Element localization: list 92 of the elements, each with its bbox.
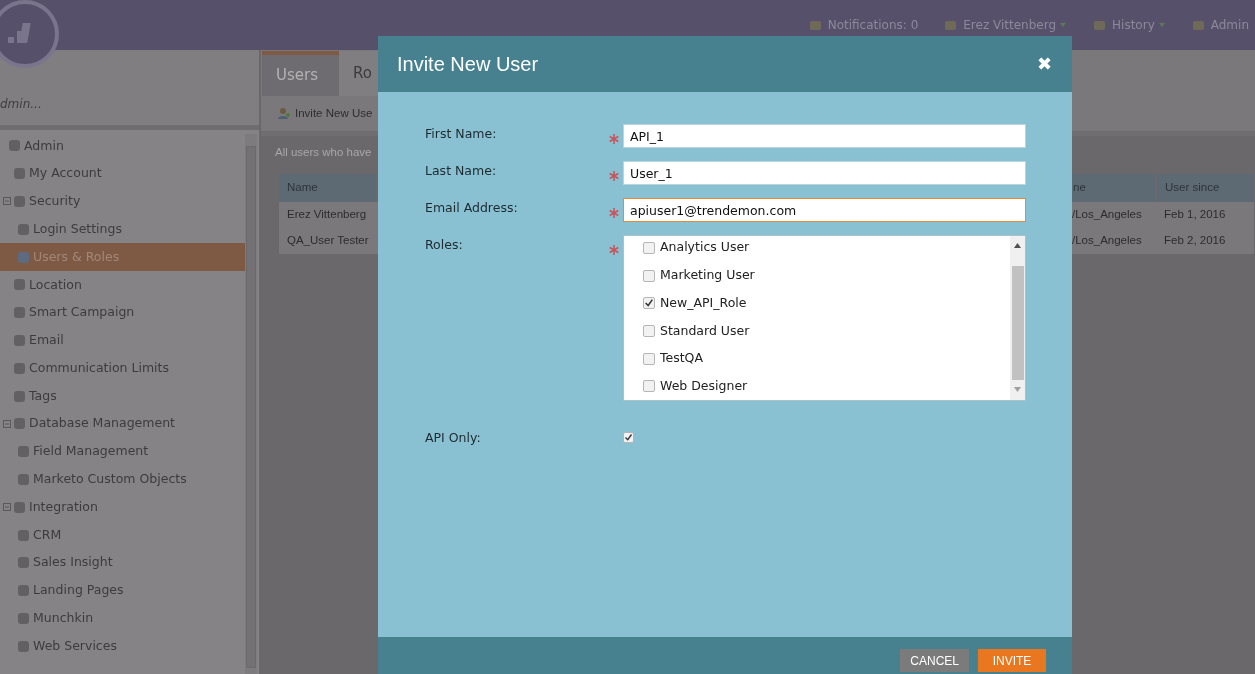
checkbox[interactable] (643, 324, 655, 337)
collapse-icon (3, 419, 11, 428)
top-bar-link[interactable]: History (1093, 16, 1166, 34)
dialog-title: Invite New User (397, 52, 539, 77)
checkbox-label: New_API_Role (660, 293, 747, 312)
table-cell: /Los_Angeles (1071, 228, 1156, 254)
table-cell: Feb 2, 2016 (1156, 228, 1254, 254)
item-icon (13, 278, 26, 292)
tree-item[interactable]: Web Services (0, 632, 245, 661)
scroll-up-icon (1014, 243, 1021, 248)
tree-item[interactable]: Communication Limits (0, 354, 245, 383)
table-cell: Erez Vittenberg (279, 202, 377, 228)
caret-icon (1059, 22, 1068, 28)
input-field[interactable]: apiuser1@trendemon.com (623, 198, 1026, 222)
column-header: User since (1156, 174, 1254, 202)
table-cell: QA_User Tester (279, 228, 377, 254)
invite-button[interactable]: INVITE (978, 649, 1046, 672)
menu-item-icon (944, 18, 958, 32)
checkbox[interactable] (643, 380, 655, 393)
item-icon (13, 167, 26, 181)
item-icon (13, 417, 26, 431)
checkbox-label: Standard User (660, 321, 750, 340)
tree-item[interactable]: Landing Pages (0, 576, 245, 605)
checkbox[interactable] (643, 297, 655, 310)
item-icon (13, 195, 26, 208)
checkbox-label: Analytics User (660, 238, 750, 257)
item-icon (17, 584, 30, 598)
field-label: First Name: (425, 125, 498, 143)
cancel-button[interactable]: CANCEL (900, 649, 969, 672)
tree-item[interactable]: Security (0, 187, 245, 216)
tree-item[interactable]: My Account (0, 159, 245, 188)
collapse-icon (3, 503, 11, 512)
top-bar-link[interactable]: Erez Vittenberg (944, 16, 1068, 34)
item-icon (8, 139, 21, 153)
item-icon (17, 639, 30, 653)
item-icon (13, 389, 26, 403)
menu-item-icon (808, 18, 822, 32)
field-label: Email Address: (425, 199, 519, 217)
checkbox-label: TestQA (660, 349, 703, 368)
menu-item-icon (1191, 18, 1205, 32)
scroll-down-icon (1014, 387, 1021, 392)
checkbox[interactable] (643, 352, 655, 365)
top-bar-link[interactable]: Admin (1191, 16, 1249, 34)
item-icon (13, 361, 26, 375)
field-label: Roles: (425, 236, 464, 254)
checkbox-label: Web Designer (660, 376, 748, 395)
tree-item[interactable]: Field Management (0, 437, 245, 466)
checkbox[interactable] (623, 432, 634, 444)
collapse-icon (3, 197, 11, 206)
tree-item[interactable]: Login Settings (0, 215, 245, 244)
tree-item[interactable]: Admin (0, 132, 245, 160)
item-icon (17, 472, 30, 486)
scrollbar[interactable] (1010, 236, 1025, 400)
input-field[interactable]: API_1 (623, 124, 1026, 148)
table-cell: Feb 1, 2016 (1156, 202, 1254, 228)
item-icon (17, 528, 30, 542)
user-add-icon (277, 107, 290, 120)
tree-item[interactable]: Sales Insight (0, 548, 245, 577)
table-cell: /Los_Angeles (1071, 202, 1156, 228)
tree-item[interactable]: Integration (0, 493, 245, 522)
input-field[interactable]: User_1 (623, 161, 1026, 185)
menu-item-icon (1093, 18, 1107, 32)
checkbox-label: Marketing User (660, 266, 755, 285)
tree-item[interactable]: Tags (0, 382, 245, 410)
close-button[interactable]: ✖ (1036, 55, 1052, 73)
tree-item[interactable]: Smart Campaign (0, 298, 245, 327)
tree-item[interactable]: Munchkin (0, 604, 245, 633)
item-icon (17, 222, 30, 236)
field-label: Last Name: (425, 162, 498, 180)
tab[interactable]: Users (262, 51, 339, 96)
item-icon (13, 306, 26, 320)
item-icon (17, 611, 30, 625)
item-icon (13, 333, 26, 347)
checkbox[interactable] (643, 269, 655, 282)
item-icon (17, 445, 30, 459)
item-icon (17, 250, 30, 264)
column-header: ne (1071, 174, 1156, 202)
tree-item[interactable]: CRM (0, 521, 245, 549)
roles-list[interactable]: Analytics User Marketing User New_API_Role Standard User TestQA Web Designer (623, 235, 1026, 401)
invite-new-user-button[interactable]: Invite New Use (277, 104, 373, 123)
tree-item[interactable]: Location (0, 271, 245, 299)
caret-icon (1157, 22, 1166, 28)
sidebar-scrollbar[interactable] (245, 134, 257, 674)
checkbox[interactable] (643, 241, 655, 254)
tree-item[interactable]: Email (0, 326, 245, 355)
field-label: API Only: (425, 429, 482, 447)
description-text: All users who have (275, 145, 372, 161)
tree-item[interactable]: Marketo Custom Objects (0, 465, 245, 494)
item-icon (13, 500, 26, 514)
tree-item[interactable]: Database Management (0, 409, 245, 438)
item-icon (17, 556, 30, 570)
column-header: Name (279, 174, 377, 202)
